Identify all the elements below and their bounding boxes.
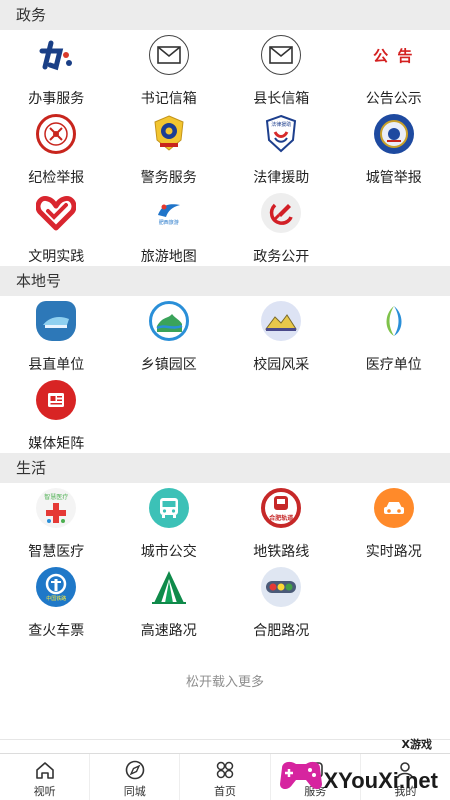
section-bendihao: 本地号 县直单位 乡镇园区 校园风采 医疗单位 媒体矩阵 bbox=[0, 266, 450, 454]
local-county-units[interactable]: 县直单位 bbox=[0, 296, 113, 375]
tab-label: 视听 bbox=[33, 785, 56, 798]
cell-label: 乡镇园区 bbox=[140, 357, 197, 373]
life-smart-medical[interactable]: 智慧医疗 智慧医疗 bbox=[0, 483, 113, 562]
bus-icon bbox=[148, 488, 189, 528]
cell-label: 地铁路线 bbox=[253, 544, 310, 560]
section-shenghuo: 生活 智慧医疗 智慧医疗 城市公交 合肥轨道 地铁路线 实时路况 中国铁路 查火… bbox=[0, 453, 450, 641]
tab-tongcheng[interactable]: 同城 bbox=[90, 754, 181, 800]
announcement-icon: 公 告 bbox=[369, 35, 419, 75]
town-park-icon bbox=[148, 301, 189, 341]
local-media-matrix[interactable]: 媒体矩阵 bbox=[0, 375, 113, 454]
announcement-icon-text: 公 告 bbox=[373, 46, 415, 65]
metro-icon-text: 合肥轨道 bbox=[269, 514, 294, 522]
heart-logo-icon bbox=[36, 193, 77, 233]
legal-aid-shield-icon: 法律援助 bbox=[261, 114, 301, 154]
gamepad-icon bbox=[280, 761, 322, 790]
discipline-emblem-icon bbox=[36, 114, 77, 154]
campus-icon bbox=[261, 301, 302, 341]
cell-label: 旅游地图 bbox=[140, 249, 197, 265]
service-ji-jian[interactable]: 纪检举报 bbox=[0, 109, 113, 188]
watermark-big-text: XYouXi.net bbox=[323, 768, 439, 793]
local-medical-units[interactable]: 医疗单位 bbox=[338, 296, 450, 375]
cell-label: 文明实践 bbox=[28, 249, 85, 265]
section-title: 政务 bbox=[0, 0, 450, 30]
watermark: X游戏 XYouXi.net bbox=[276, 736, 446, 796]
tab-label: 首页 bbox=[214, 785, 236, 798]
life-train-tickets[interactable]: 中国铁路 查火车票 bbox=[0, 562, 113, 641]
cell-label: 智慧医疗 bbox=[28, 544, 85, 560]
cell-label: 校园风采 bbox=[253, 357, 310, 373]
cell-label: 政务公开 bbox=[253, 249, 310, 265]
county-unit-icon bbox=[36, 301, 77, 341]
newspaper-icon bbox=[36, 380, 77, 420]
cell-label: 法律援助 bbox=[253, 170, 310, 186]
police-badge-icon bbox=[149, 114, 189, 154]
mail-icon bbox=[261, 35, 302, 75]
life-hefei-traffic[interactable]: 合肥路况 bbox=[225, 562, 338, 641]
section-title: 本地号 bbox=[0, 266, 450, 296]
service-xian-zhang-mailbox[interactable]: 县长信箱 bbox=[225, 30, 338, 109]
watermark-small-text: X游戏 bbox=[401, 738, 432, 751]
cell-label: 纪检举报 bbox=[28, 170, 85, 186]
smart-medical-icon: 智慧医疗 bbox=[36, 488, 77, 528]
tourism-logo-icon: 肥西旅游 bbox=[149, 193, 189, 233]
cell-label: 警务服务 bbox=[140, 170, 197, 186]
tab-shouye[interactable]: 首页 bbox=[180, 754, 271, 800]
service-announcement[interactable]: 公 告 公告公示 bbox=[338, 30, 450, 109]
smart-medical-icon-text: 智慧医疗 bbox=[44, 494, 69, 501]
cell-label: 县直单位 bbox=[28, 357, 85, 373]
medical-unit-icon bbox=[373, 301, 414, 341]
highway-icon bbox=[149, 567, 189, 607]
service-police[interactable]: 警务服务 bbox=[113, 109, 226, 188]
service-tourism-map[interactable]: 肥西旅游 旅游地图 bbox=[113, 188, 226, 267]
cell-label: 医疗单位 bbox=[365, 357, 422, 373]
tab-shiting[interactable]: 视听 bbox=[0, 754, 91, 800]
cell-label: 合肥路况 bbox=[253, 623, 310, 639]
cell-label: 县长信箱 bbox=[253, 91, 310, 107]
cell-label: 办事服务 bbox=[28, 91, 85, 107]
life-metro-lines[interactable]: 合肥轨道 地铁路线 bbox=[225, 483, 338, 562]
local-towns-parks[interactable]: 乡镇园区 bbox=[113, 296, 226, 375]
cell-label: 公告公示 bbox=[365, 91, 422, 107]
life-highway-traffic[interactable]: 高速路况 bbox=[113, 562, 226, 641]
life-realtime-traffic[interactable]: 实时路况 bbox=[338, 483, 450, 562]
load-more-hint: 松开载入更多 bbox=[185, 674, 264, 690]
cell-label: 书记信箱 bbox=[140, 91, 197, 107]
legal-aid-icon-text: 法律援助 bbox=[271, 122, 292, 128]
railway-logo-icon: 中国铁路 bbox=[36, 567, 77, 607]
service-shu-ji-mailbox[interactable]: 书记信箱 bbox=[113, 30, 226, 109]
cell-label: 高速路况 bbox=[140, 623, 197, 639]
service-city-management[interactable]: 城管举报 bbox=[338, 109, 450, 188]
service-ban-shi[interactable]: 办事服务 bbox=[0, 30, 113, 109]
home-icon bbox=[35, 762, 54, 779]
grid-icon bbox=[216, 761, 234, 779]
local-campus[interactable]: 校园风采 bbox=[225, 296, 338, 375]
cell-label: 城市公交 bbox=[140, 544, 197, 560]
cell-label: 实时路况 bbox=[365, 544, 422, 560]
ban-logo-icon bbox=[36, 35, 76, 75]
city-management-badge-icon bbox=[373, 114, 414, 154]
section-zhengwu: 政务 办事服务 书记信箱 县长信箱 公 告 公告公示 纪检举报 警务服务 法律援… bbox=[0, 0, 450, 267]
service-civilization-practice[interactable]: 文明实践 bbox=[0, 188, 113, 267]
section-title: 生活 bbox=[0, 453, 450, 483]
traffic-light-icon bbox=[261, 567, 302, 607]
life-city-bus[interactable]: 城市公交 bbox=[113, 483, 226, 562]
cell-label: 媒体矩阵 bbox=[28, 436, 85, 452]
tab-label: 同城 bbox=[123, 785, 146, 798]
tourism-icon-text: 肥西旅游 bbox=[158, 219, 179, 226]
car-icon bbox=[373, 488, 414, 528]
compass-icon bbox=[125, 760, 145, 780]
metro-icon: 合肥轨道 bbox=[261, 488, 302, 528]
railway-icon-text: 中国铁路 bbox=[46, 595, 67, 602]
cell-label: 城管举报 bbox=[365, 170, 422, 186]
service-government-open[interactable]: 政务公开 bbox=[225, 188, 338, 267]
service-legal-aid[interactable]: 法律援助 法律援助 bbox=[225, 109, 338, 188]
cell-label: 查火车票 bbox=[28, 623, 85, 639]
party-emblem-icon bbox=[261, 193, 302, 233]
mail-icon bbox=[148, 35, 189, 75]
